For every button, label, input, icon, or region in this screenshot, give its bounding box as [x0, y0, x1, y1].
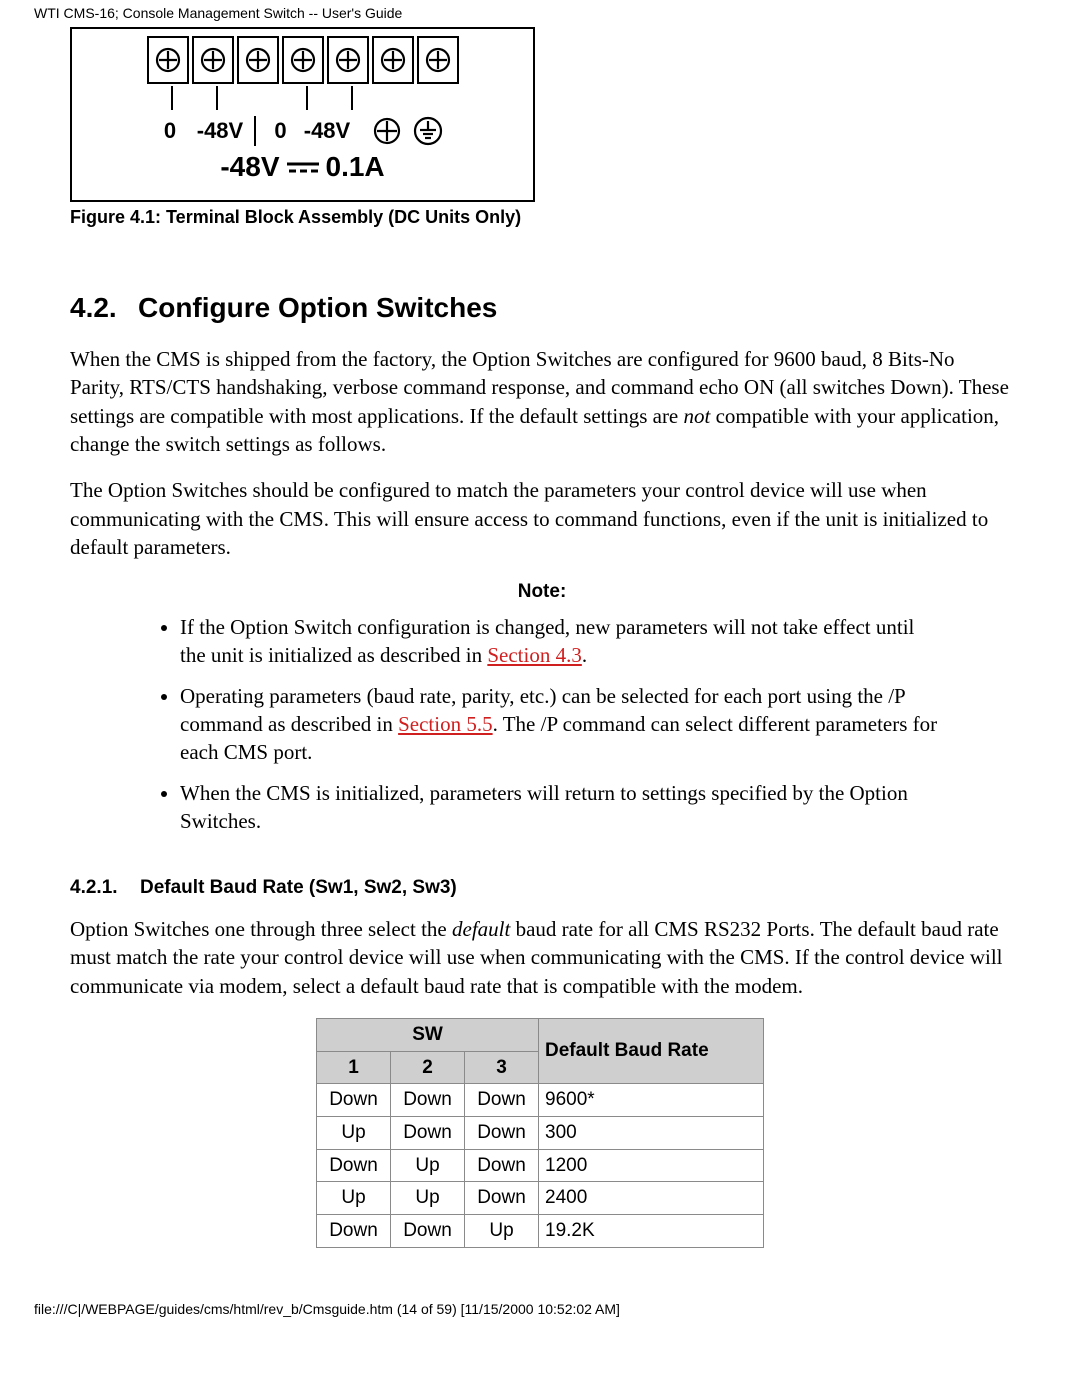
terminal-label: -48V [193, 116, 248, 146]
dc-source-icon [286, 158, 320, 176]
subsection-heading: 4.2.1.Default Baud Rate (Sw1, Sw2, Sw3) [70, 875, 1010, 901]
terminal-slot [282, 36, 324, 84]
terminal-slot [417, 36, 459, 84]
section-number: 4.2. [70, 289, 138, 327]
screw-icon [380, 47, 406, 73]
table-header-sw: SW [317, 1019, 539, 1052]
cell: Down [391, 1084, 465, 1117]
figure-terminal-block: 0 -48V 0 -48V -48V 0.1A [70, 27, 535, 202]
screw-icon [425, 47, 451, 73]
cell: 19.2K [539, 1214, 764, 1247]
cell: 2400 [539, 1182, 764, 1215]
cell: Down [317, 1214, 391, 1247]
emphasis: default [452, 917, 510, 941]
cell: Down [317, 1084, 391, 1117]
terminal-slot [372, 36, 414, 84]
cell: Up [317, 1117, 391, 1150]
note-heading: Note: [146, 579, 938, 605]
subsection-title: Default Baud Rate (Sw1, Sw2, Sw3) [140, 877, 457, 898]
section-heading: 4.2.Configure Option Switches [70, 289, 1010, 327]
paragraph: Option Switches one through three select… [70, 915, 1010, 1000]
terminal-slot [327, 36, 369, 84]
list-item: If the Option Switch configuration is ch… [180, 613, 938, 670]
cell: Up [317, 1182, 391, 1215]
terminal-slot [237, 36, 279, 84]
baud-rate-table: SW Default Baud Rate 1 2 3 Down Down Dow… [316, 1018, 764, 1247]
list-item: When the CMS is initialized, parameters … [180, 779, 938, 836]
terminal-slot [192, 36, 234, 84]
screw-icon [335, 47, 361, 73]
cell: Down [317, 1149, 391, 1182]
table-header-col2: 2 [391, 1051, 465, 1084]
cell: Down [465, 1149, 539, 1182]
text-run: When the CMS is initialized, parameters … [180, 781, 908, 833]
subsection-number: 4.2.1. [70, 875, 140, 901]
terminal-label: 0 [148, 116, 193, 146]
cell: Down [391, 1214, 465, 1247]
page-footer: file:///C|/WEBPAGE/guides/cms/html/rev_b… [0, 1248, 1080, 1329]
cell: 9600* [539, 1084, 764, 1117]
table-header-col1: 1 [317, 1051, 391, 1084]
table-header-col3: 3 [465, 1051, 539, 1084]
terminal-label: 0 [262, 116, 300, 146]
note-list: If the Option Switch configuration is ch… [146, 613, 938, 835]
table-header-rate: Default Baud Rate [539, 1019, 764, 1084]
screw-icon [290, 47, 316, 73]
figure-caption: Figure 4.1: Terminal Block Assembly (DC … [70, 205, 1010, 229]
link-section-4-3[interactable]: Section 4.3 [487, 643, 582, 667]
cell: Up [391, 1182, 465, 1215]
screw-icon [155, 47, 181, 73]
text-run: Option Switches one through three select… [70, 917, 452, 941]
emphasis: not [684, 404, 711, 428]
tick-icon [347, 86, 357, 110]
terminal-slot [147, 36, 189, 84]
cell: 300 [539, 1117, 764, 1150]
screw-icon [373, 117, 401, 145]
section-title: Configure Option Switches [138, 292, 497, 323]
paragraph: When the CMS is shipped from the factory… [70, 345, 1010, 458]
table-row: Up Down Down 300 [317, 1117, 764, 1150]
screw-icon [200, 47, 226, 73]
cell: Down [465, 1084, 539, 1117]
list-item: Operating parameters (baud rate, parity,… [180, 682, 938, 767]
cell: Up [465, 1214, 539, 1247]
link-section-5-5[interactable]: Section 5.5 [398, 712, 493, 736]
tick-icon [212, 86, 222, 110]
table-row: Down Down Up 19.2K [317, 1214, 764, 1247]
cell: Down [391, 1117, 465, 1150]
figure-voltage-label: -48V [220, 148, 279, 186]
cell: Up [391, 1149, 465, 1182]
cell: Down [465, 1182, 539, 1215]
terminal-label: -48V [300, 116, 355, 146]
screw-icon [245, 47, 271, 73]
cell: Down [465, 1117, 539, 1150]
ground-icon [413, 116, 443, 146]
page-header: WTI CMS-16; Console Management Switch --… [0, 0, 1080, 27]
paragraph: The Option Switches should be configured… [70, 476, 1010, 561]
figure-current-label: 0.1A [326, 148, 385, 186]
text-run: . [582, 643, 587, 667]
cell: 1200 [539, 1149, 764, 1182]
tick-icon [167, 86, 177, 110]
table-row: Down Up Down 1200 [317, 1149, 764, 1182]
tick-icon [302, 86, 312, 110]
table-row: Down Down Down 9600* [317, 1084, 764, 1117]
table-row: Up Up Down 2400 [317, 1182, 764, 1215]
divider-icon [254, 116, 256, 146]
